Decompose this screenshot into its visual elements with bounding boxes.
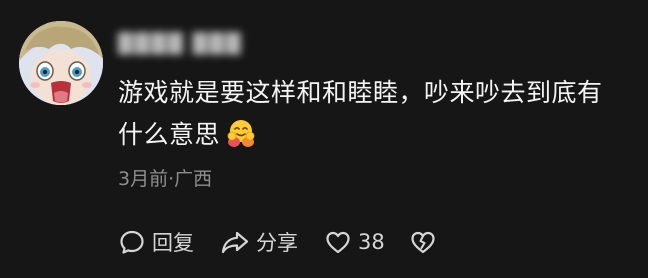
comment-item: ████ ███ 游戏就是要这样和和睦睦，吵来吵去到底有什么意思 3月前·广西 … [0,0,648,278]
share-label: 分享 [256,231,298,255]
comment-bubble-icon [120,230,144,254]
username[interactable]: ████ ███ [118,33,242,55]
reply-button[interactable]: 回复 [118,227,194,257]
action-bar: 回复 分享 38 [118,222,437,262]
hugging-face-emoji-icon [227,120,255,147]
share-arrow-icon [221,231,249,254]
dislike-button[interactable] [409,228,437,256]
heart-icon [326,231,350,254]
comment-text: 游戏就是要这样和和睦睦，吵来吵去到底有什么意思 [118,78,603,149]
broken-heart-icon [411,231,435,254]
avatar-image [19,21,103,105]
like-count: 38 [358,230,385,254]
avatar[interactable] [19,21,103,105]
share-button[interactable]: 分享 [220,227,298,257]
comment-body: 游戏就是要这样和和睦睦，吵来吵去到底有什么意思 [118,72,618,156]
reply-label: 回复 [152,231,194,255]
like-button[interactable]: 38 [324,228,385,256]
time-location: 3月前·广西 [118,168,213,190]
